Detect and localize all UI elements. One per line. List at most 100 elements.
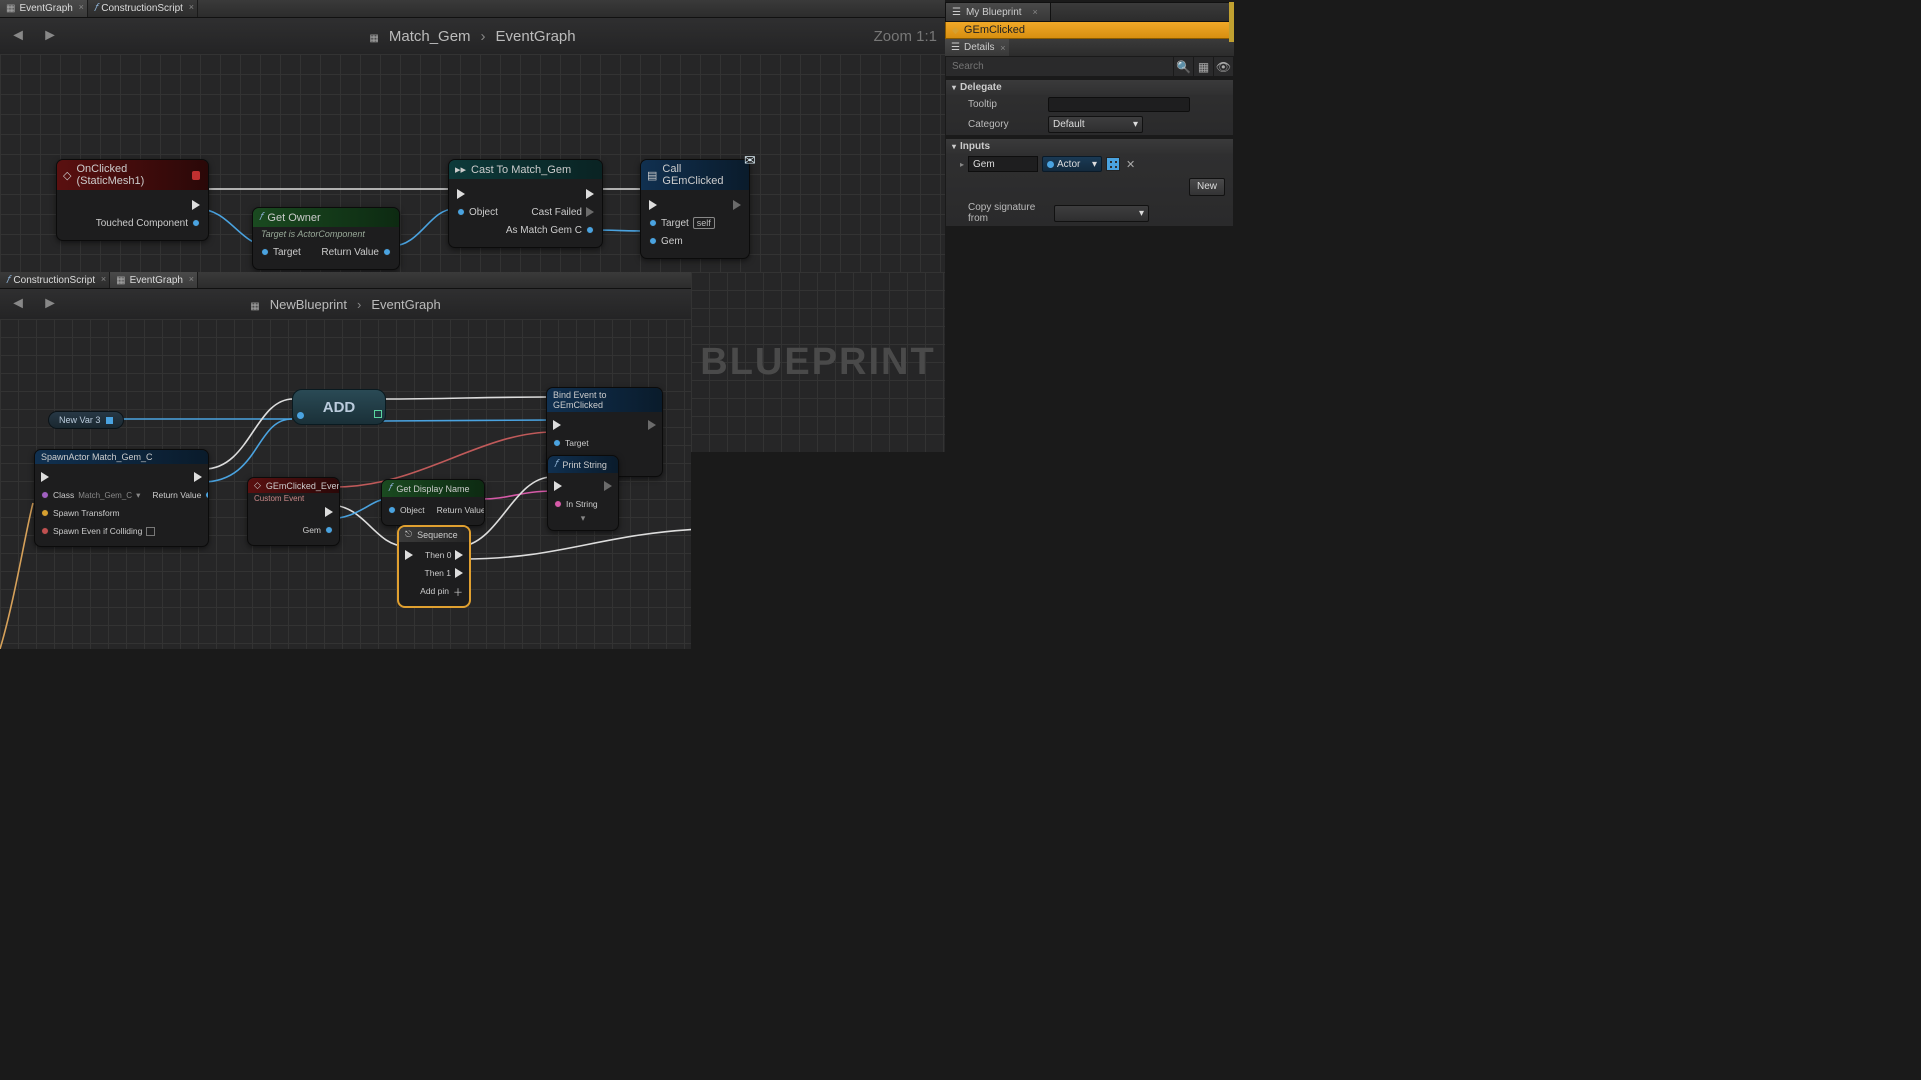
tab-details[interactable]: Details × — [945, 39, 1009, 56]
target-pin[interactable]: Target self — [649, 217, 715, 229]
eye-icon[interactable]: 👁 — [1213, 57, 1233, 76]
then0-pin[interactable]: Then 0 — [425, 550, 463, 560]
return-value-pin[interactable]: Return Value — [152, 490, 209, 500]
object-pin[interactable]: Object — [388, 505, 425, 515]
cast-failed-pin[interactable]: Cast Failed — [531, 207, 594, 218]
node-sequence[interactable]: ⎋ Sequence Then 0 Then 1 ＋Add pin — [398, 526, 470, 607]
node-onclicked[interactable]: ◇ OnClicked (StaticMesh1) Touched Compon… — [56, 159, 209, 241]
breadcrumb-root[interactable]: NewBlueprint — [270, 297, 347, 312]
node-call-gemclicked[interactable]: ▤ Call GEmClicked Target self Gem — [640, 159, 750, 259]
array-in-pin[interactable] — [297, 412, 304, 419]
tab-constructionscript[interactable]: ConstructionScript × — [88, 0, 198, 17]
gem-pin[interactable]: Gem — [649, 236, 683, 247]
node-getowner[interactable]: Get Owner Target is ActorComponent Targe… — [252, 207, 400, 270]
category-select[interactable]: Default ▾ — [1048, 116, 1143, 133]
class-pin[interactable]: Class Match_Gem_C▾ — [41, 490, 140, 501]
tooltip-field[interactable] — [1048, 97, 1190, 112]
exec-out-pin[interactable] — [192, 200, 200, 210]
bot-nav-row: ◄ ► NewBlueprint › EventGraph — [0, 289, 691, 319]
category-delegate-header[interactable]: ▾ Delegate — [946, 80, 1233, 95]
tab-my-blueprint[interactable]: My Blueprint × — [946, 3, 1051, 21]
grid-view-icon[interactable]: ▦ — [1193, 57, 1213, 76]
node-title: Bind Event to GEmClicked — [553, 390, 656, 410]
exec-in-pin[interactable] — [553, 420, 561, 430]
then1-pin[interactable]: Then 1 — [425, 568, 463, 578]
exec-in-pin[interactable] — [457, 189, 465, 199]
breadcrumb-leaf[interactable]: EventGraph — [371, 297, 440, 312]
close-icon[interactable]: × — [79, 2, 84, 12]
close-icon[interactable]: × — [1033, 7, 1038, 17]
return-value-pin[interactable]: Return Value — [437, 505, 485, 515]
exec-out-pin[interactable] — [648, 420, 656, 430]
array-pin-icon[interactable] — [106, 417, 113, 424]
breadcrumb-leaf[interactable]: EventGraph — [496, 28, 576, 45]
var-label: New Var 3 — [59, 415, 100, 425]
exec-out-pin[interactable] — [586, 189, 594, 199]
search-input[interactable] — [946, 61, 1173, 72]
nav-forward-button[interactable]: ► — [40, 294, 60, 314]
expand-icon[interactable]: ▾ — [554, 513, 612, 524]
exec-in-pin[interactable] — [554, 481, 562, 491]
array-out-pin[interactable] — [374, 410, 382, 418]
tab-eventgraph[interactable]: EventGraph × — [110, 272, 198, 288]
node-print-string[interactable]: Print String In String ▾ — [547, 455, 619, 531]
gem-out-pin[interactable]: Gem — [303, 525, 333, 535]
transform-pin[interactable]: Spawn Transform — [41, 508, 120, 518]
list-icon — [952, 7, 961, 18]
pin-type-select[interactable]: Actor ▾ — [1042, 156, 1102, 172]
nav-back-button[interactable]: ◄ — [8, 26, 28, 46]
node-header: ⎋ Sequence — [399, 527, 469, 542]
return-value-pin[interactable]: Return Value — [321, 247, 391, 258]
node-subtitle: Custom Event — [254, 494, 333, 503]
exec-in-pin[interactable] — [649, 200, 657, 210]
bot-tab-strip: ConstructionScript × EventGraph × — [0, 272, 691, 289]
top-graph-canvas[interactable]: ◇ OnClicked (StaticMesh1) Touched Compon… — [0, 54, 945, 272]
node-spawnactor[interactable]: SpawnActor Match_Gem_C Class Match_Gem_C… — [34, 449, 209, 547]
node-title: Call GEmClicked — [662, 163, 741, 187]
touched-component-pin[interactable]: Touched Component — [96, 218, 200, 229]
exec-out-pin[interactable] — [733, 200, 741, 210]
exec-out-pin[interactable] — [325, 507, 333, 517]
array-toggle-icon[interactable] — [1106, 157, 1120, 171]
search-icon[interactable]: 🔍 — [1173, 57, 1193, 76]
add-pin-button[interactable]: ＋Add pin — [420, 584, 463, 599]
exec-in-pin[interactable] — [41, 472, 49, 482]
dispatcher-icon — [952, 24, 959, 36]
tab-constructionscript[interactable]: ConstructionScript × — [0, 272, 110, 288]
in-string-pin[interactable]: In String — [554, 499, 598, 509]
exec-out-pin[interactable] — [604, 481, 612, 491]
copy-signature-select[interactable]: ▾ — [1054, 205, 1149, 222]
pin-name-field[interactable] — [968, 156, 1038, 172]
object-pin[interactable]: Object — [457, 207, 498, 218]
select-value: Default — [1053, 119, 1085, 130]
selected-dispatcher-bar[interactable]: GEmClicked — [945, 22, 1234, 39]
exec-in-pin[interactable] — [405, 550, 413, 560]
node-get-display-name[interactable]: Get Display Name Object Return Value — [381, 479, 485, 526]
bot-graph-canvas[interactable]: New Var 3 SpawnActor Match_Gem_C Class M… — [0, 319, 691, 649]
breadcrumb-root[interactable]: Match_Gem — [389, 28, 471, 45]
tab-eventgraph[interactable]: EventGraph × — [0, 0, 88, 17]
node-array-add[interactable]: ADD — [292, 389, 386, 425]
close-icon[interactable]: × — [189, 2, 194, 12]
as-match-gem-pin[interactable]: As Match Gem C — [506, 225, 594, 236]
collide-pin[interactable]: Spawn Even if Colliding — [41, 526, 155, 536]
graph-icon — [250, 297, 259, 312]
close-icon[interactable]: × — [1000, 43, 1005, 53]
category-inputs-header[interactable]: ▾ Inputs — [946, 139, 1233, 154]
target-pin[interactable]: Target — [261, 247, 301, 258]
function-icon — [259, 211, 262, 224]
node-gemclicked-event[interactable]: ◇ GEmClicked_Event Custom Event Gem — [247, 477, 340, 546]
remove-pin-button[interactable]: ✕ — [1124, 158, 1137, 171]
nav-forward-button[interactable]: ► — [40, 26, 60, 46]
node-cast[interactable]: ▸▸ Cast To Match_Gem Object Cast Failed … — [448, 159, 603, 248]
variable-newvar3[interactable]: New Var 3 — [48, 411, 124, 429]
target-pin[interactable]: Target — [553, 438, 589, 448]
expand-icon[interactable]: ▸ — [960, 160, 964, 169]
exec-out-pin[interactable] — [194, 472, 202, 482]
new-input-button[interactable]: New — [1189, 178, 1225, 196]
nav-back-button[interactable]: ◄ — [8, 294, 28, 314]
delegate-pin-icon[interactable] — [192, 171, 200, 180]
node-title: GEmClicked_Event — [266, 481, 340, 491]
close-icon[interactable]: × — [189, 274, 194, 284]
close-icon[interactable]: × — [101, 274, 106, 284]
